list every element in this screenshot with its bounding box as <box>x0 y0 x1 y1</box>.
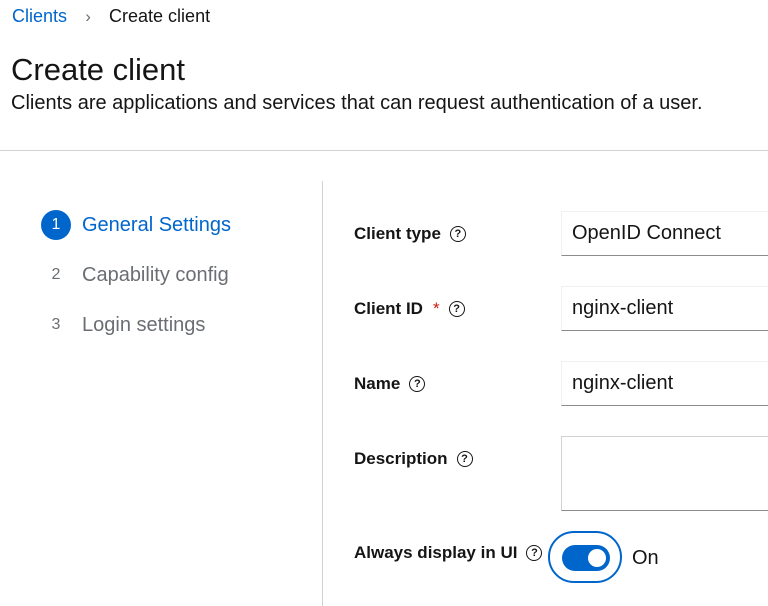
always-display-toggle[interactable] <box>548 531 622 583</box>
description-label: Description ? <box>354 449 473 469</box>
toggle-knob <box>588 549 606 567</box>
breadcrumb: Clients › Create client <box>12 6 210 27</box>
help-icon[interactable]: ? <box>456 451 473 467</box>
description-label-text: Description <box>354 449 448 468</box>
breadcrumb-current: Create client <box>109 6 211 26</box>
name-input[interactable]: nginx-client <box>561 361 768 406</box>
help-icon[interactable]: ? <box>526 545 543 561</box>
client-id-label: Client ID * ? <box>354 299 465 319</box>
client-id-label-text: Client ID <box>354 299 423 318</box>
toggle-state-text: On <box>632 547 659 569</box>
client-type-value: OpenID Connect <box>572 222 721 244</box>
client-id-input[interactable]: nginx-client <box>561 286 768 331</box>
client-type-select[interactable]: OpenID Connect <box>561 211 768 256</box>
chevron-right-icon: › <box>85 6 91 26</box>
wizard-step-general-settings[interactable]: 1 General Settings <box>41 210 231 240</box>
name-label-text: Name <box>354 374 401 393</box>
step-label: Login settings <box>82 313 206 336</box>
help-icon[interactable]: ? <box>449 226 466 242</box>
breadcrumb-clients-link[interactable]: Clients <box>12 6 67 27</box>
client-type-label: Client type ? <box>354 224 466 244</box>
step-number: 3 <box>51 316 61 333</box>
step-label: Capability config <box>82 263 229 286</box>
client-type-label-text: Client type <box>354 224 441 243</box>
client-id-value: nginx-client <box>572 297 674 319</box>
always-display-label: Always display in UI ? <box>354 543 543 563</box>
always-display-label-text: Always display in UI <box>354 543 518 562</box>
help-icon[interactable]: ? <box>448 301 465 317</box>
step-label: General Settings <box>82 213 231 236</box>
description-textarea[interactable] <box>561 436 768 511</box>
header-divider <box>0 150 768 151</box>
name-value: nginx-client <box>572 372 674 394</box>
toggle-track <box>562 545 610 571</box>
wizard-step-capability-config[interactable]: 2 Capability config <box>41 260 229 290</box>
help-icon[interactable]: ? <box>409 376 426 392</box>
page-description: Clients are applications and services th… <box>11 92 703 114</box>
wizard-divider <box>322 181 323 606</box>
wizard-step-login-settings[interactable]: 3 Login settings <box>41 310 206 340</box>
step-number: 1 <box>41 210 71 240</box>
page-title: Create client <box>11 52 186 87</box>
name-label: Name ? <box>354 374 426 394</box>
step-number: 2 <box>51 266 61 283</box>
required-indicator: * <box>432 299 440 318</box>
